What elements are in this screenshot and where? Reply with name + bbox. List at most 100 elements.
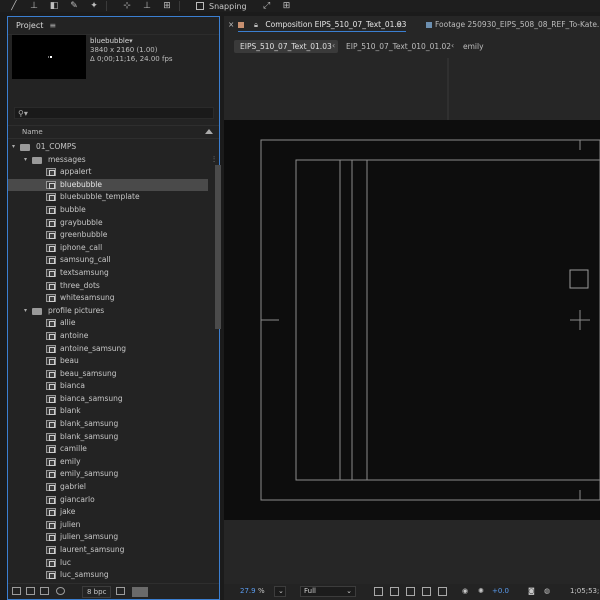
grid-guides-icon[interactable]: [422, 587, 431, 596]
composition-row[interactable]: bubble: [8, 204, 208, 217]
composition-row[interactable]: jake: [8, 506, 208, 519]
transparency-grid-icon[interactable]: [390, 587, 399, 596]
composition-row[interactable]: julien: [8, 519, 208, 532]
tab-footage[interactable]: Footage 250930_EIPS_508_08_REF_To-Kate.m…: [426, 20, 600, 29]
composition-row[interactable]: emily: [8, 456, 208, 469]
breadcrumb-item[interactable]: emily: [457, 40, 490, 53]
composition-row[interactable]: textsamsung: [8, 267, 208, 280]
item-label: whitesamsung: [60, 293, 115, 303]
snapshot-camera-icon[interactable]: ◙: [528, 587, 535, 595]
composition-row[interactable]: bluebubble_template: [8, 191, 208, 204]
composition-row[interactable]: greenbubble: [8, 229, 208, 242]
composition-row[interactable]: samsung_call: [8, 254, 208, 267]
composition-row[interactable]: emily_samsung: [8, 468, 208, 481]
item-label: iphone_call: [60, 242, 103, 252]
close-tab-icon[interactable]: ×: [228, 20, 234, 29]
composition-row[interactable]: allie: [8, 317, 208, 330]
preview-duration: Δ 0;00;11;16, 24.00 fps: [90, 55, 173, 63]
composition-row[interactable]: blank_samsung: [8, 431, 208, 444]
new-composition-icon[interactable]: [40, 587, 49, 595]
composition-row[interactable]: whitesamsung: [8, 292, 208, 305]
composition-row[interactable]: laurent_samsung: [8, 544, 208, 557]
project-preview: bluebubble▾ 3840 x 2160 (1.00) Δ 0;00;11…: [8, 35, 219, 105]
composition-row[interactable]: luc_samsung: [8, 569, 208, 582]
color-management-icon[interactable]: ✺: [478, 587, 484, 595]
composition-row[interactable]: blank: [8, 405, 208, 418]
composition-row[interactable]: luc: [8, 557, 208, 570]
composition-row[interactable]: antoine_samsung: [8, 343, 208, 356]
disclosure-triangle-icon[interactable]: ▾: [12, 141, 15, 154]
composition-icon: [46, 445, 56, 454]
item-label: jake: [60, 507, 76, 517]
breadcrumb-item[interactable]: EIPS_510_07_Text_01.03: [234, 40, 338, 53]
project-settings-icon[interactable]: [56, 587, 65, 595]
column-name-label: Name: [22, 128, 43, 136]
timecode[interactable]: 1;05;53;: [570, 587, 599, 595]
tab-composition[interactable]: Composition EIPS_510_07_Text_01.03: [238, 20, 407, 32]
puppet-pin-tool-icon[interactable]: ✦: [88, 1, 100, 11]
composition-row[interactable]: graybubble: [8, 217, 208, 230]
panel-menu-icon[interactable]: ≡: [49, 21, 56, 30]
composition-row[interactable]: beau_samsung: [8, 368, 208, 381]
project-search-input[interactable]: ⚲▾: [14, 107, 214, 119]
tab-menu-icon[interactable]: ≡: [396, 20, 402, 29]
folder-row[interactable]: ▾ profile pictures: [8, 305, 208, 318]
composition-icon: [46, 495, 56, 504]
zoom-dropdown[interactable]: ⌄: [274, 586, 286, 597]
new-folder-icon[interactable]: [26, 587, 35, 595]
flowchart-icon[interactable]: ⫶: [213, 155, 215, 165]
composition-row[interactable]: julien_samsung: [8, 531, 208, 544]
delete-trash-icon[interactable]: [116, 587, 125, 595]
clone-stamp-tool-icon[interactable]: ⊥: [28, 1, 40, 11]
composition-icon: [46, 168, 56, 177]
disclosure-triangle-icon[interactable]: ▾: [24, 305, 27, 318]
composition-row[interactable]: bianca: [8, 380, 208, 393]
composition-row[interactable]: antoine: [8, 330, 208, 343]
mask-visibility-icon[interactable]: [406, 587, 415, 596]
roto-brush-tool-icon[interactable]: ✎: [68, 1, 80, 11]
project-scrollbar[interactable]: [215, 165, 221, 329]
sort-ascending-icon[interactable]: [205, 129, 213, 134]
color-channels-icon[interactable]: ◉: [462, 587, 468, 595]
composition-icon: [46, 483, 56, 492]
bit-depth-button[interactable]: 8 bpc: [82, 586, 112, 598]
eraser-tool-icon[interactable]: ◧: [48, 1, 60, 11]
dropdown-arrow-icon[interactable]: ▾: [129, 37, 133, 45]
composition-row[interactable]: beau: [8, 355, 208, 368]
composition-icon: [46, 193, 56, 202]
exposure-value[interactable]: +0.0: [492, 587, 509, 595]
breadcrumb-item[interactable]: EIP_510_07_Text_010_01.02: [340, 40, 457, 53]
snapping-checkbox[interactable]: [196, 2, 204, 10]
item-label: graybubble: [60, 217, 103, 227]
composition-row[interactable]: iphone_call: [8, 242, 208, 255]
composition-row[interactable]: appalert: [8, 166, 208, 179]
interpret-footage-icon[interactable]: [12, 587, 21, 595]
name-column-header[interactable]: Name: [8, 125, 219, 139]
composition-row[interactable]: bluebubble: [8, 178, 208, 192]
folder-row[interactable]: ▾ messages: [8, 154, 208, 167]
local-axis-mode-icon[interactable]: ⊹: [121, 1, 133, 11]
show-snapshot-icon[interactable]: ◍: [544, 587, 550, 595]
anchor-point-box[interactable]: [569, 269, 589, 289]
disclosure-triangle-icon[interactable]: ▾: [24, 154, 27, 167]
composition-canvas[interactable]: [224, 120, 600, 520]
composition-row[interactable]: camille: [8, 443, 208, 456]
composition-row[interactable]: bianca_samsung: [8, 393, 208, 406]
view-axis-mode-icon[interactable]: ⊞: [161, 1, 173, 11]
resolution-dropdown[interactable]: Full ⌄: [300, 586, 356, 597]
world-axis-mode-icon[interactable]: ⊥: [141, 1, 153, 11]
brush-tool-icon[interactable]: ╱: [8, 1, 20, 11]
snap-grid-icon[interactable]: ⊞: [281, 1, 293, 11]
region-of-interest-icon[interactable]: [374, 587, 383, 596]
folder-row[interactable]: ▾ 01_COMPS: [8, 141, 208, 154]
snap-edges-icon[interactable]: ⤢: [261, 1, 273, 11]
composition-row[interactable]: gabriel: [8, 481, 208, 494]
composition-row[interactable]: blank_samsung: [8, 418, 208, 431]
composition-icon: [46, 344, 56, 353]
zoom-value[interactable]: 27.9: [240, 587, 256, 595]
label-color-swatch[interactable]: [132, 587, 148, 597]
view-options-icon[interactable]: [438, 587, 447, 596]
composition-row[interactable]: giancarlo: [8, 494, 208, 507]
composition-row[interactable]: three_dots: [8, 280, 208, 293]
project-tab[interactable]: Project ≡: [8, 17, 219, 35]
